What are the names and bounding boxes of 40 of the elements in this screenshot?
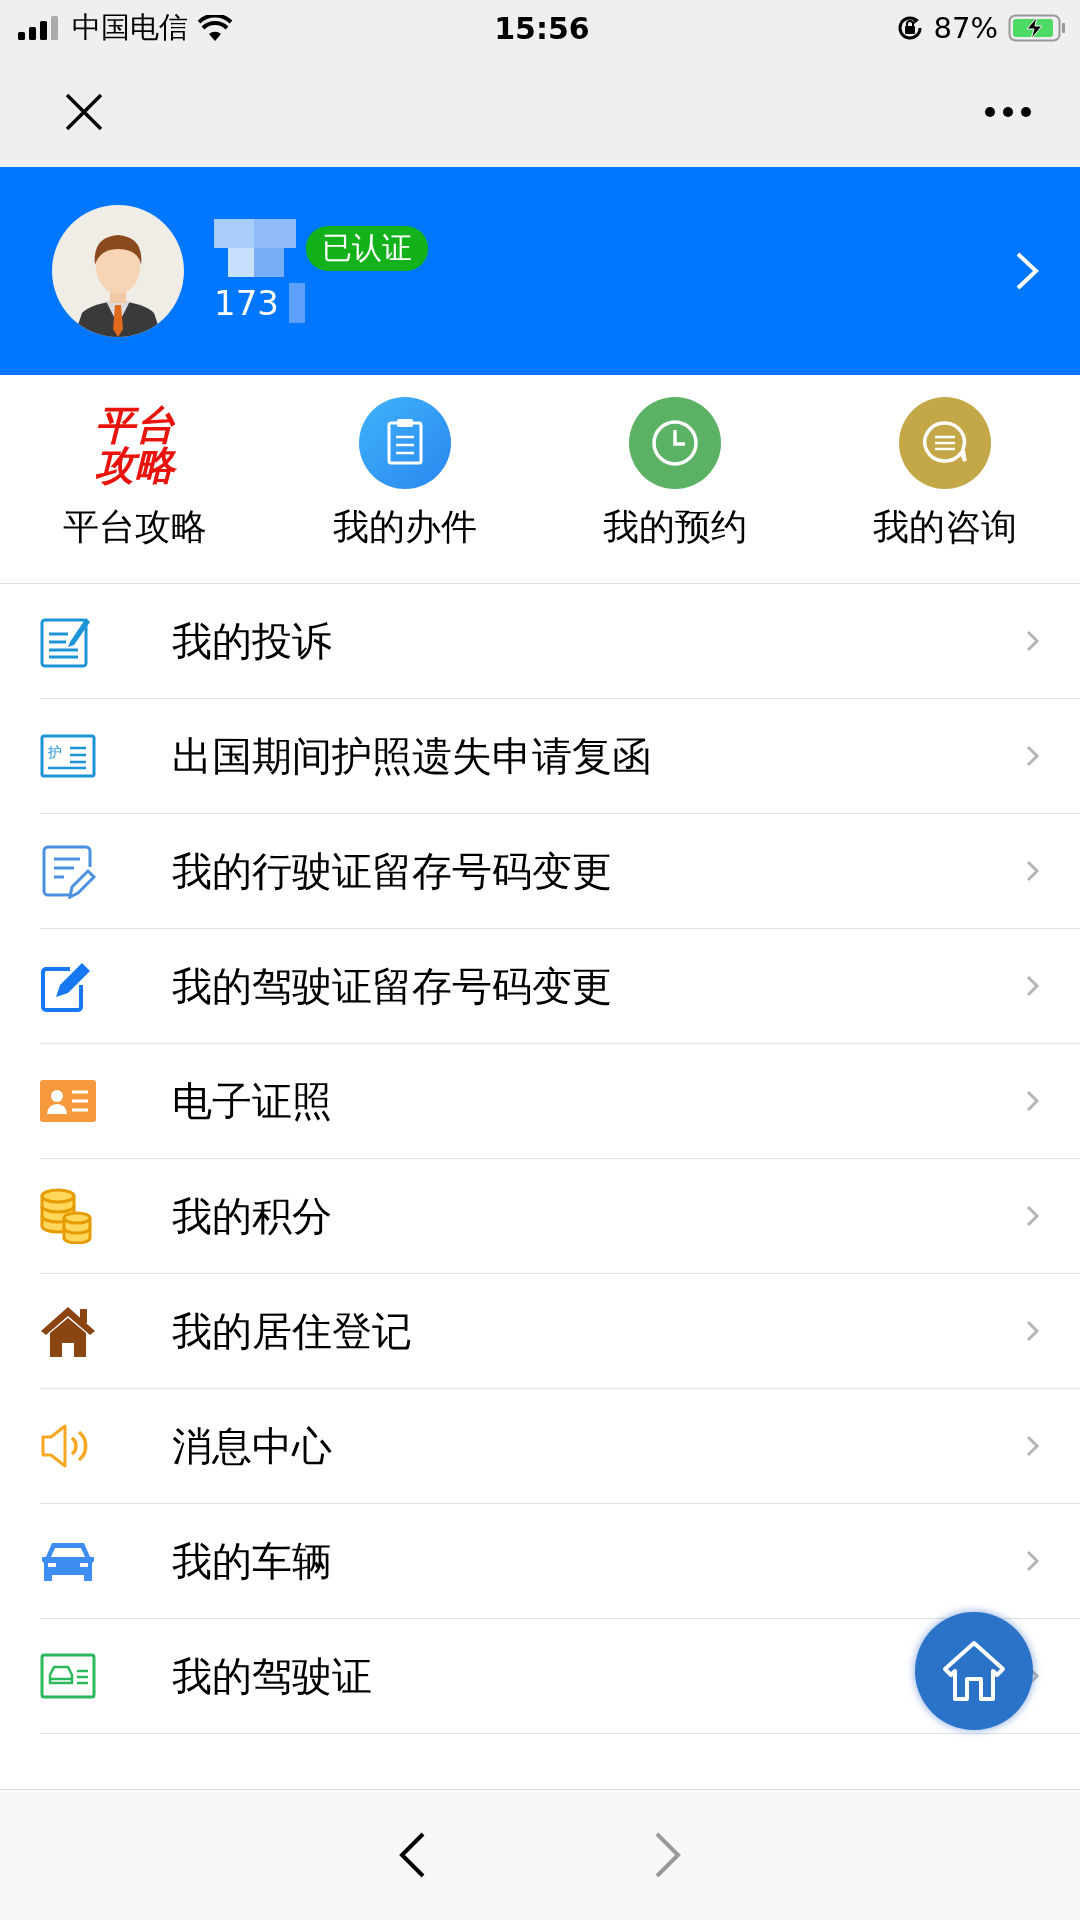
battery-percent: 87% [933, 11, 998, 45]
more-button[interactable] [984, 105, 1032, 118]
chevron-right-icon [1026, 630, 1040, 652]
chevron-right-icon [1026, 975, 1040, 997]
note-pencil-icon [40, 843, 96, 899]
forward-button[interactable] [654, 1831, 682, 1879]
chevron-right-icon [1026, 745, 1040, 767]
quick-link[interactable]: 我的咨询 [810, 375, 1080, 583]
clock-time: 15:56 [494, 10, 590, 46]
back-button[interactable] [398, 1831, 426, 1879]
verified-badge: 已认证 [306, 225, 428, 271]
quick-link[interactable]: 平台 攻略 平台攻略 [0, 375, 270, 583]
battery-icon [1008, 14, 1066, 42]
blurred-digits-icon [288, 283, 305, 323]
house-icon [941, 1639, 1007, 1703]
clock-icon [629, 397, 721, 489]
house-icon [40, 1305, 96, 1357]
driving-license-icon [40, 1653, 96, 1699]
chevron-right-icon [1026, 1320, 1040, 1342]
chat-bubble-icon [899, 397, 991, 489]
quick-link[interactable]: 我的办件 [270, 375, 540, 583]
chevron-right-icon [1026, 1205, 1040, 1227]
wifi-icon [198, 15, 232, 41]
coin-stack-icon [40, 1188, 92, 1244]
chevron-right-icon [1026, 860, 1040, 882]
close-button[interactable] [64, 91, 104, 132]
chevron-right-icon [1026, 1435, 1040, 1457]
phone-number: 173 [214, 283, 279, 323]
passport-card-icon: 护 [40, 734, 96, 778]
carrier-name: 中国电信 [72, 9, 188, 46]
clipboard-icon [359, 397, 451, 489]
guide-logo: 平台 攻略 [95, 401, 175, 490]
chevron-right-icon [1014, 251, 1040, 291]
profile-banner[interactable]: 已认证 173 [0, 167, 1080, 375]
chevron-right-icon [1026, 1550, 1040, 1572]
chevron-right-icon [1026, 1090, 1040, 1112]
blurred-name-icon [214, 219, 296, 277]
rotation-lock-icon [895, 14, 924, 42]
id-card-icon [40, 1080, 96, 1122]
quick-link[interactable]: 我的预约 [540, 375, 810, 583]
